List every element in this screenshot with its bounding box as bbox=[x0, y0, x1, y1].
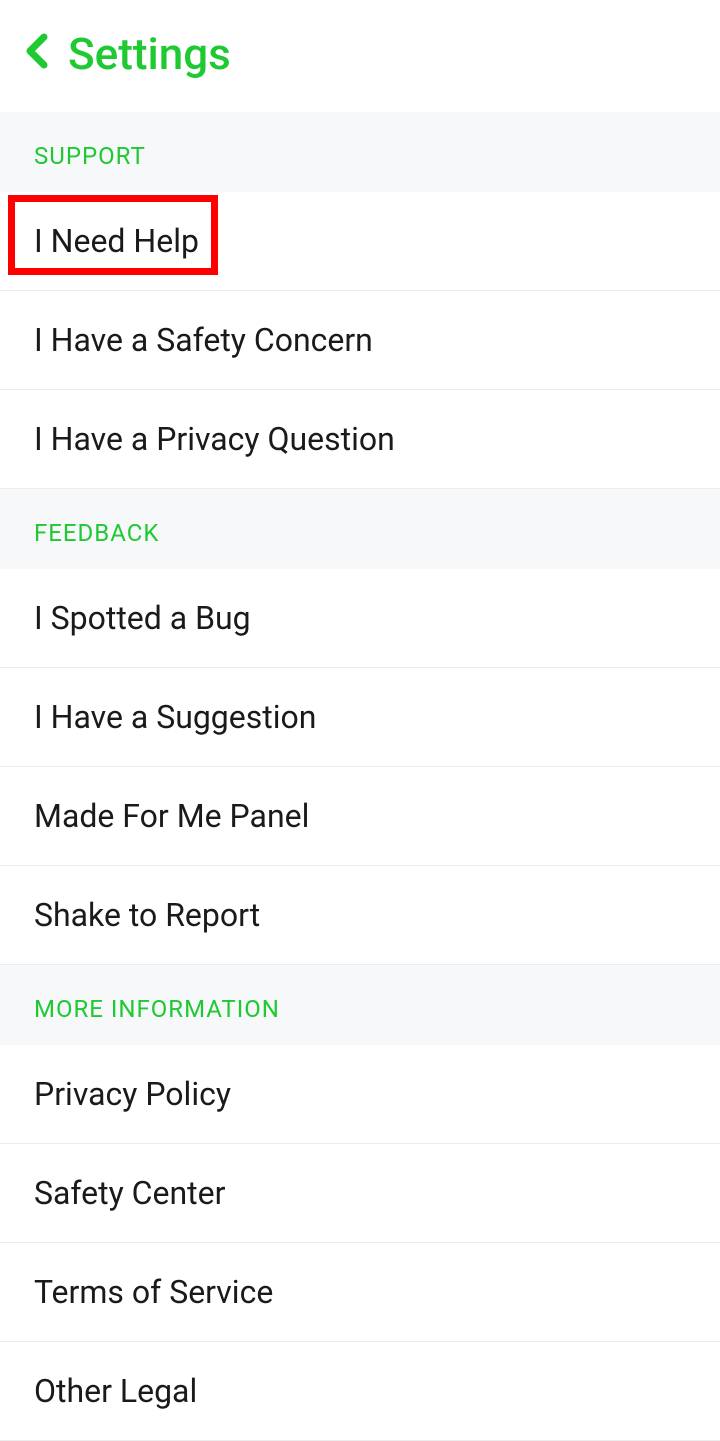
page-title: Settings bbox=[68, 28, 231, 80]
list-item-label: I Need Help bbox=[34, 222, 199, 260]
list-item-label: I Have a Privacy Question bbox=[34, 420, 395, 458]
list-item-suggestion[interactable]: I Have a Suggestion bbox=[0, 668, 720, 767]
list-item-label: Privacy Policy bbox=[34, 1075, 231, 1113]
list-item-shake-report[interactable]: Shake to Report bbox=[0, 866, 720, 965]
list-item-privacy-question[interactable]: I Have a Privacy Question bbox=[0, 390, 720, 489]
list-item-privacy-policy[interactable]: Privacy Policy bbox=[0, 1045, 720, 1144]
list-item-label: I Have a Suggestion bbox=[34, 698, 316, 736]
section-header-feedback: FEEDBACK bbox=[0, 489, 720, 569]
section-header-more-info: MORE INFORMATION bbox=[0, 965, 720, 1045]
back-icon[interactable] bbox=[24, 33, 48, 76]
list-item-safety-center[interactable]: Safety Center bbox=[0, 1144, 720, 1243]
list-item-made-for-me[interactable]: Made For Me Panel bbox=[0, 767, 720, 866]
list-item-label: Shake to Report bbox=[34, 896, 260, 934]
settings-screen: Settings SUPPORT I Need Help I Have a Sa… bbox=[0, 0, 720, 1441]
section-header-support: SUPPORT bbox=[0, 112, 720, 192]
list-item-spotted-bug[interactable]: I Spotted a Bug bbox=[0, 569, 720, 668]
list-item-label: Safety Center bbox=[34, 1174, 225, 1212]
list-item-terms-service[interactable]: Terms of Service bbox=[0, 1243, 720, 1342]
list-item-label: Terms of Service bbox=[34, 1273, 273, 1311]
list-item-safety-concern[interactable]: I Have a Safety Concern bbox=[0, 291, 720, 390]
list-item-label: I Spotted a Bug bbox=[34, 599, 251, 637]
list-item-other-legal[interactable]: Other Legal bbox=[0, 1342, 720, 1441]
list-item-label: Other Legal bbox=[34, 1372, 197, 1410]
list-item-label: I Have a Safety Concern bbox=[34, 321, 373, 359]
list-item-need-help[interactable]: I Need Help bbox=[0, 192, 720, 291]
list-item-label: Made For Me Panel bbox=[34, 797, 309, 835]
header: Settings bbox=[0, 0, 720, 112]
